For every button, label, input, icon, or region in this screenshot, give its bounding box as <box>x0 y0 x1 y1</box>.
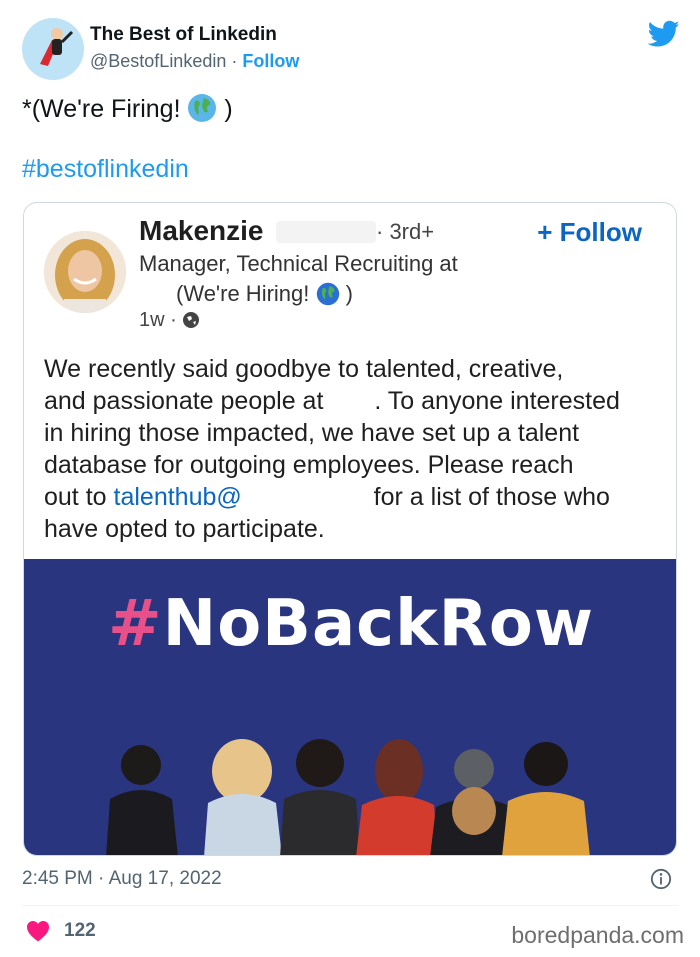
body-line: and passionate people at . To anyone int… <box>44 385 664 417</box>
campaign-photo: #NoBackRow <box>24 559 676 855</box>
linkedin-avatar <box>44 231 126 313</box>
heart-icon[interactable] <box>26 920 50 942</box>
globe-icon <box>183 312 200 328</box>
body-line: in hiring those impacted, we have set up… <box>44 419 580 447</box>
tweet-text: *(We're Firing! ) <box>22 93 233 124</box>
author-avatar[interactable] <box>22 18 84 80</box>
linkedin-post-body: We recently said goodbye to talented, cr… <box>44 353 664 545</box>
body-text: . To anyone interested <box>374 387 620 415</box>
tweet-text-suffix: ) <box>224 95 233 123</box>
email-link: talenthub@ <box>113 483 242 511</box>
body-line: database for outgoing employees. Please … <box>44 451 574 479</box>
info-icon[interactable] <box>650 868 672 890</box>
globe-emoji <box>188 94 217 122</box>
body-line: out to talenthub@ for a list of those wh… <box>44 481 664 513</box>
watermark: boredpanda.com <box>511 922 684 948</box>
linkedin-headline: Manager, Technical Recruiting at <box>139 251 458 276</box>
body-text: for a list of those who <box>373 483 610 511</box>
hiring-text: (We're Hiring! ) <box>176 281 353 307</box>
divider <box>22 905 678 906</box>
hiring-suffix: ) <box>345 281 353 306</box>
redacted-surname <box>276 221 376 243</box>
body-text: out to <box>44 483 107 511</box>
separator-dot: · <box>231 51 238 71</box>
tweet-header: The Best of Linkedin @BestofLinkedin · F… <box>22 18 682 80</box>
tweet-timestamp[interactable]: 2:45 PM · Aug 17, 2022 <box>22 868 222 890</box>
linkedin-screenshot[interactable]: Makenzie · 3rd+ + Follow Manager, Techni… <box>23 202 677 856</box>
author-line: @BestofLinkedin · Follow <box>90 51 299 72</box>
globe-emoji <box>316 282 339 306</box>
post-time-label: 1w · <box>139 309 177 331</box>
author-handle[interactable]: @BestofLinkedin <box>90 51 226 71</box>
twitter-bird-icon[interactable] <box>648 20 680 48</box>
like-count[interactable]: 122 <box>64 920 96 942</box>
linkedin-follow-button: + Follow <box>537 217 642 247</box>
author-name[interactable]: The Best of Linkedin <box>90 24 277 46</box>
tweet-text-prefix: *(We're Firing! <box>22 95 181 123</box>
body-line: have opted to participate. <box>44 515 325 543</box>
follow-button[interactable]: Follow <box>242 51 299 71</box>
linkedin-name: Makenzie <box>139 215 264 246</box>
body-line: We recently said goodbye to talented, cr… <box>44 355 564 383</box>
post-time: 1w · <box>139 309 200 332</box>
connection-degree: · 3rd+ <box>376 219 435 244</box>
person <box>106 745 178 855</box>
body-text: and passionate people at <box>44 387 324 415</box>
hiring-label: (We're Hiring! <box>176 281 310 306</box>
people-silhouettes <box>106 739 590 855</box>
hashtag-link[interactable]: #bestoflinkedin <box>22 155 189 184</box>
